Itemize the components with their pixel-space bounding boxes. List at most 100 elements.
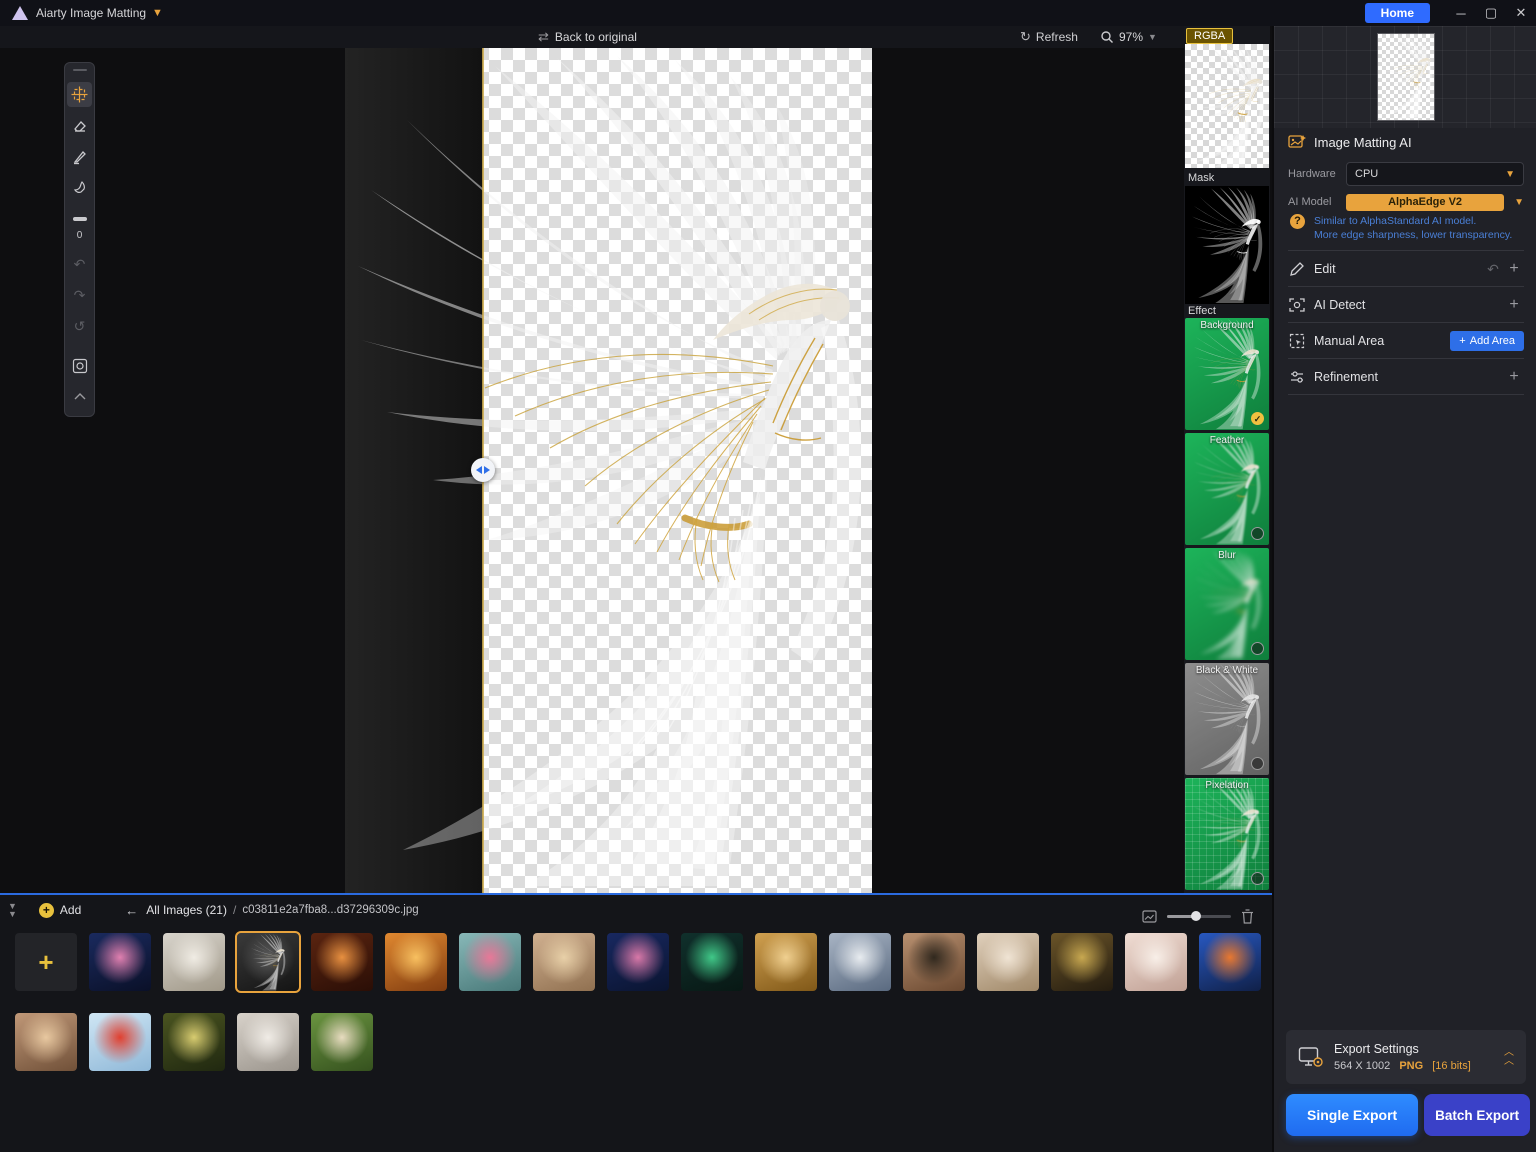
model-hint-line1: Similar to AlphaStandard AI model. [1314,214,1512,228]
filmstrip-thumbnail-skier[interactable] [89,1013,151,1071]
export-collapse-icon[interactable]: ︿︿ [1504,1048,1514,1066]
ai-model-chevron-icon[interactable]: ▼ [1514,197,1524,208]
filmstrip-thumbnail-spiderweb[interactable] [163,1013,225,1071]
effect-card-feather[interactable]: Feather [1185,433,1269,545]
add-image-icon[interactable]: + [39,903,54,918]
effect-radio[interactable]: ✓ [1251,412,1264,425]
palette-drag-handle[interactable] [73,69,87,71]
eraser-tool-button[interactable] [67,113,92,138]
export-settings[interactable]: Export Settings 564 X 1002 PNG [16 bits]… [1286,1030,1526,1084]
effect-card-black-white[interactable]: Black & White [1185,663,1269,775]
hardware-select[interactable]: CPU ▼ [1346,162,1524,186]
filmstrip-thumbnail-ornate-woman[interactable] [15,1013,77,1071]
channel-strip: RGBA Mask Effect Background ✓ Feather Bl… [1184,26,1270,893]
panel-title: Image Matting AI [1314,135,1412,150]
delete-image-icon[interactable] [1241,909,1254,924]
filmstrip-thumbnail-dinner-scene[interactable] [311,933,373,991]
edit-icon [1288,260,1306,278]
collection-label[interactable]: All Images (21) [146,903,227,917]
add-area-button[interactable]: + Add Area [1450,331,1524,351]
effect-card-pixelation[interactable]: Pixelation [1185,778,1269,890]
undo-button[interactable]: ↶ [67,252,92,277]
ai-detect-expand-icon[interactable]: + [1504,296,1524,314]
redo-icon: ↷ [74,287,86,304]
titlebar: Aiarty Image Matting ▼ Home ─ ▢ ✕ [0,0,1536,26]
hardware-chevron-icon: ▼ [1505,169,1515,180]
app-menu-chevron-icon[interactable]: ▼ [152,7,163,19]
redo-button[interactable]: ↷ [67,283,92,308]
filmstrip-thumbnail-bride[interactable] [237,1013,299,1071]
zoom-control[interactable]: 97% ▼ [1100,26,1157,48]
divider-arrow-right-icon [484,466,490,474]
edit-undo-icon[interactable]: ↶ [1482,261,1504,278]
filmstrip-thumbnail-cat[interactable] [385,933,447,991]
section-edit[interactable]: Edit ↶ + [1288,254,1524,284]
refresh-button[interactable]: ↻ Refresh [1020,26,1078,48]
filmstrip-thumbnail-necklace[interactable] [681,933,743,991]
back-arrow-icon[interactable]: ← [125,903,138,918]
filmstrip-separator [0,893,1272,895]
rgba-tab[interactable]: RGBA [1186,28,1233,44]
filmstrip-thumbnail-jellyfish-2[interactable] [607,933,669,991]
back-to-original-button[interactable]: ⇄ Back to original [538,26,637,48]
batch-export-button[interactable]: Batch Export [1424,1094,1530,1136]
reset-button[interactable]: ↺ [67,314,92,339]
add-image-tile[interactable]: + [15,933,77,991]
refresh-icon: ↻ [1020,29,1031,45]
refinement-expand-icon[interactable]: + [1504,368,1524,386]
filmstrip-thumbnail-statue-woman[interactable] [829,933,891,991]
thumbnail-size-slider[interactable] [1167,915,1231,918]
filmstrip-row1: + [15,933,1261,991]
section-manual-area[interactable]: Manual Area + Add Area [1288,326,1524,356]
brush-tool-button[interactable] [67,175,92,200]
edge-pen-tool-button[interactable] [67,144,92,169]
maximize-button[interactable]: ▢ [1476,5,1506,21]
filmstrip-thumbnail-art-portrait[interactable] [1199,933,1261,991]
collapse-palette-button[interactable] [67,384,92,409]
minimize-button[interactable]: ─ [1446,6,1476,21]
preview-mask-button[interactable] [67,353,92,378]
export-format: PNG [1399,1060,1423,1072]
filmstrip-thumbnail-blonde-woman[interactable] [533,933,595,991]
effect-radio[interactable] [1251,642,1264,655]
compare-divider-handle[interactable] [471,458,495,482]
mask-thumbnail[interactable] [1185,186,1269,304]
filmstrip-thumbnail-white-dog[interactable] [163,933,225,991]
filmstrip-thumbnail-veiled-woman[interactable] [755,933,817,991]
thumbnail-size-slider-handle[interactable] [1191,911,1201,921]
export-settings-title: Export Settings [1334,1042,1504,1056]
filmstrip-thumbnail-man-in-suit[interactable] [1051,933,1113,991]
effect-radio[interactable] [1251,527,1264,540]
edit-expand-icon[interactable]: + [1504,260,1524,278]
single-export-button[interactable]: Single Export [1286,1094,1418,1136]
section-refinement[interactable]: Refinement + [1288,362,1524,392]
help-icon[interactable]: ? [1290,214,1305,229]
canvas-image[interactable] [345,48,872,893]
filmstrip-thumbnail-jellyfish[interactable] [89,933,151,991]
filmstrip-thumbnail-baby[interactable] [977,933,1039,991]
filmstrip-collapse-icon[interactable]: ▼▼ [8,902,17,918]
filmstrip-thumbnail-puppies[interactable] [311,1013,373,1071]
home-button[interactable]: Home [1365,3,1430,23]
move-tool-button[interactable] [67,82,92,107]
effect-name: Background [1185,320,1269,331]
section-refinement-label: Refinement [1314,370,1504,384]
rgba-thumbnail[interactable] [1185,44,1269,168]
preview-grid-area [1274,26,1536,128]
effect-card-blur[interactable]: Blur [1185,548,1269,660]
brush-size-control[interactable] [67,206,92,231]
effect-radio[interactable] [1251,872,1264,885]
ai-model-select[interactable]: AlphaEdge V2 [1346,194,1504,211]
section-ai-detect[interactable]: AI Detect + [1288,290,1524,320]
effect-card-background[interactable]: Background ✓ [1185,318,1269,430]
filmstrip-thumbnail-man-portrait[interactable] [903,933,965,991]
effect-radio[interactable] [1251,757,1264,770]
filmstrip-thumbnail-angel[interactable] [237,933,299,991]
mini-result-thumbnail[interactable] [1378,34,1434,120]
filmstrip-thumbnail-pink-hair-woman[interactable] [459,933,521,991]
close-button[interactable]: ✕ [1506,5,1536,21]
app-window: { "titlebar": { "app_title": "Aiarty Ima… [0,0,1536,1152]
filmstrip-thumbnail-hand-cream[interactable] [1125,933,1187,991]
hardware-label: Hardware [1288,168,1346,180]
add-image-label[interactable]: Add [60,903,81,917]
